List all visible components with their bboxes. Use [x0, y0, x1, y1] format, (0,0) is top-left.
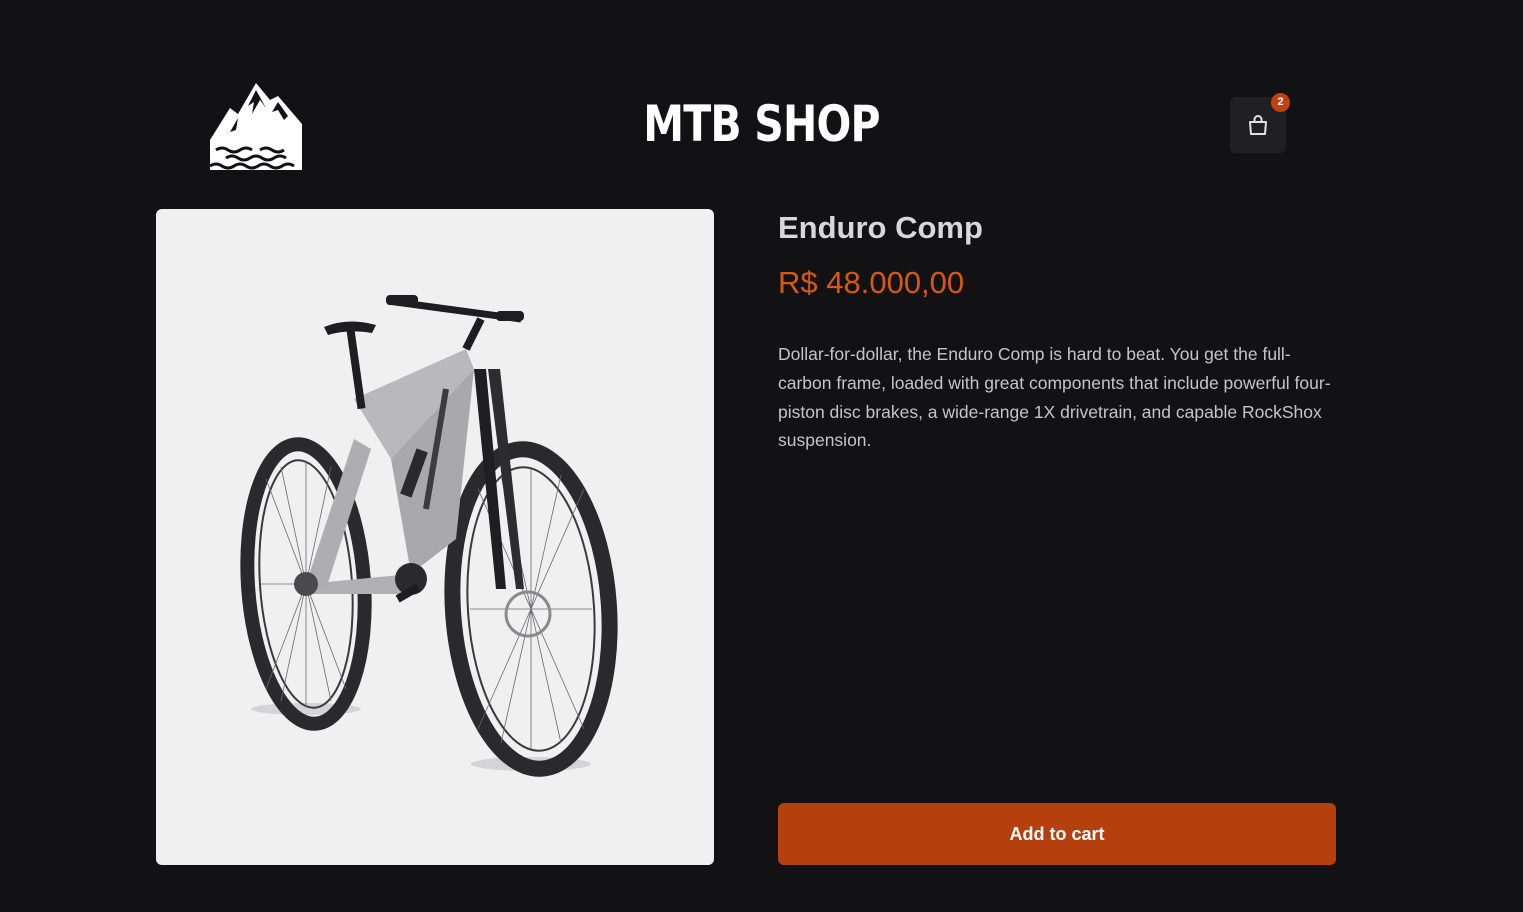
shop-title: MTB SHOP — [643, 95, 880, 153]
product-image — [156, 209, 714, 865]
site-header: MTB SHOP 2 — [0, 0, 1523, 190]
shopping-bag-icon — [1249, 115, 1267, 135]
product-name: Enduro Comp — [778, 210, 983, 245]
product-price: R$ 48.000,00 — [778, 265, 965, 300]
cart-count-badge: 2 — [1271, 93, 1290, 112]
add-to-cart-button[interactable]: Add to cart — [778, 803, 1336, 865]
product-description: Dollar-for-dollar, the Enduro Comp is ha… — [778, 344, 1331, 451]
